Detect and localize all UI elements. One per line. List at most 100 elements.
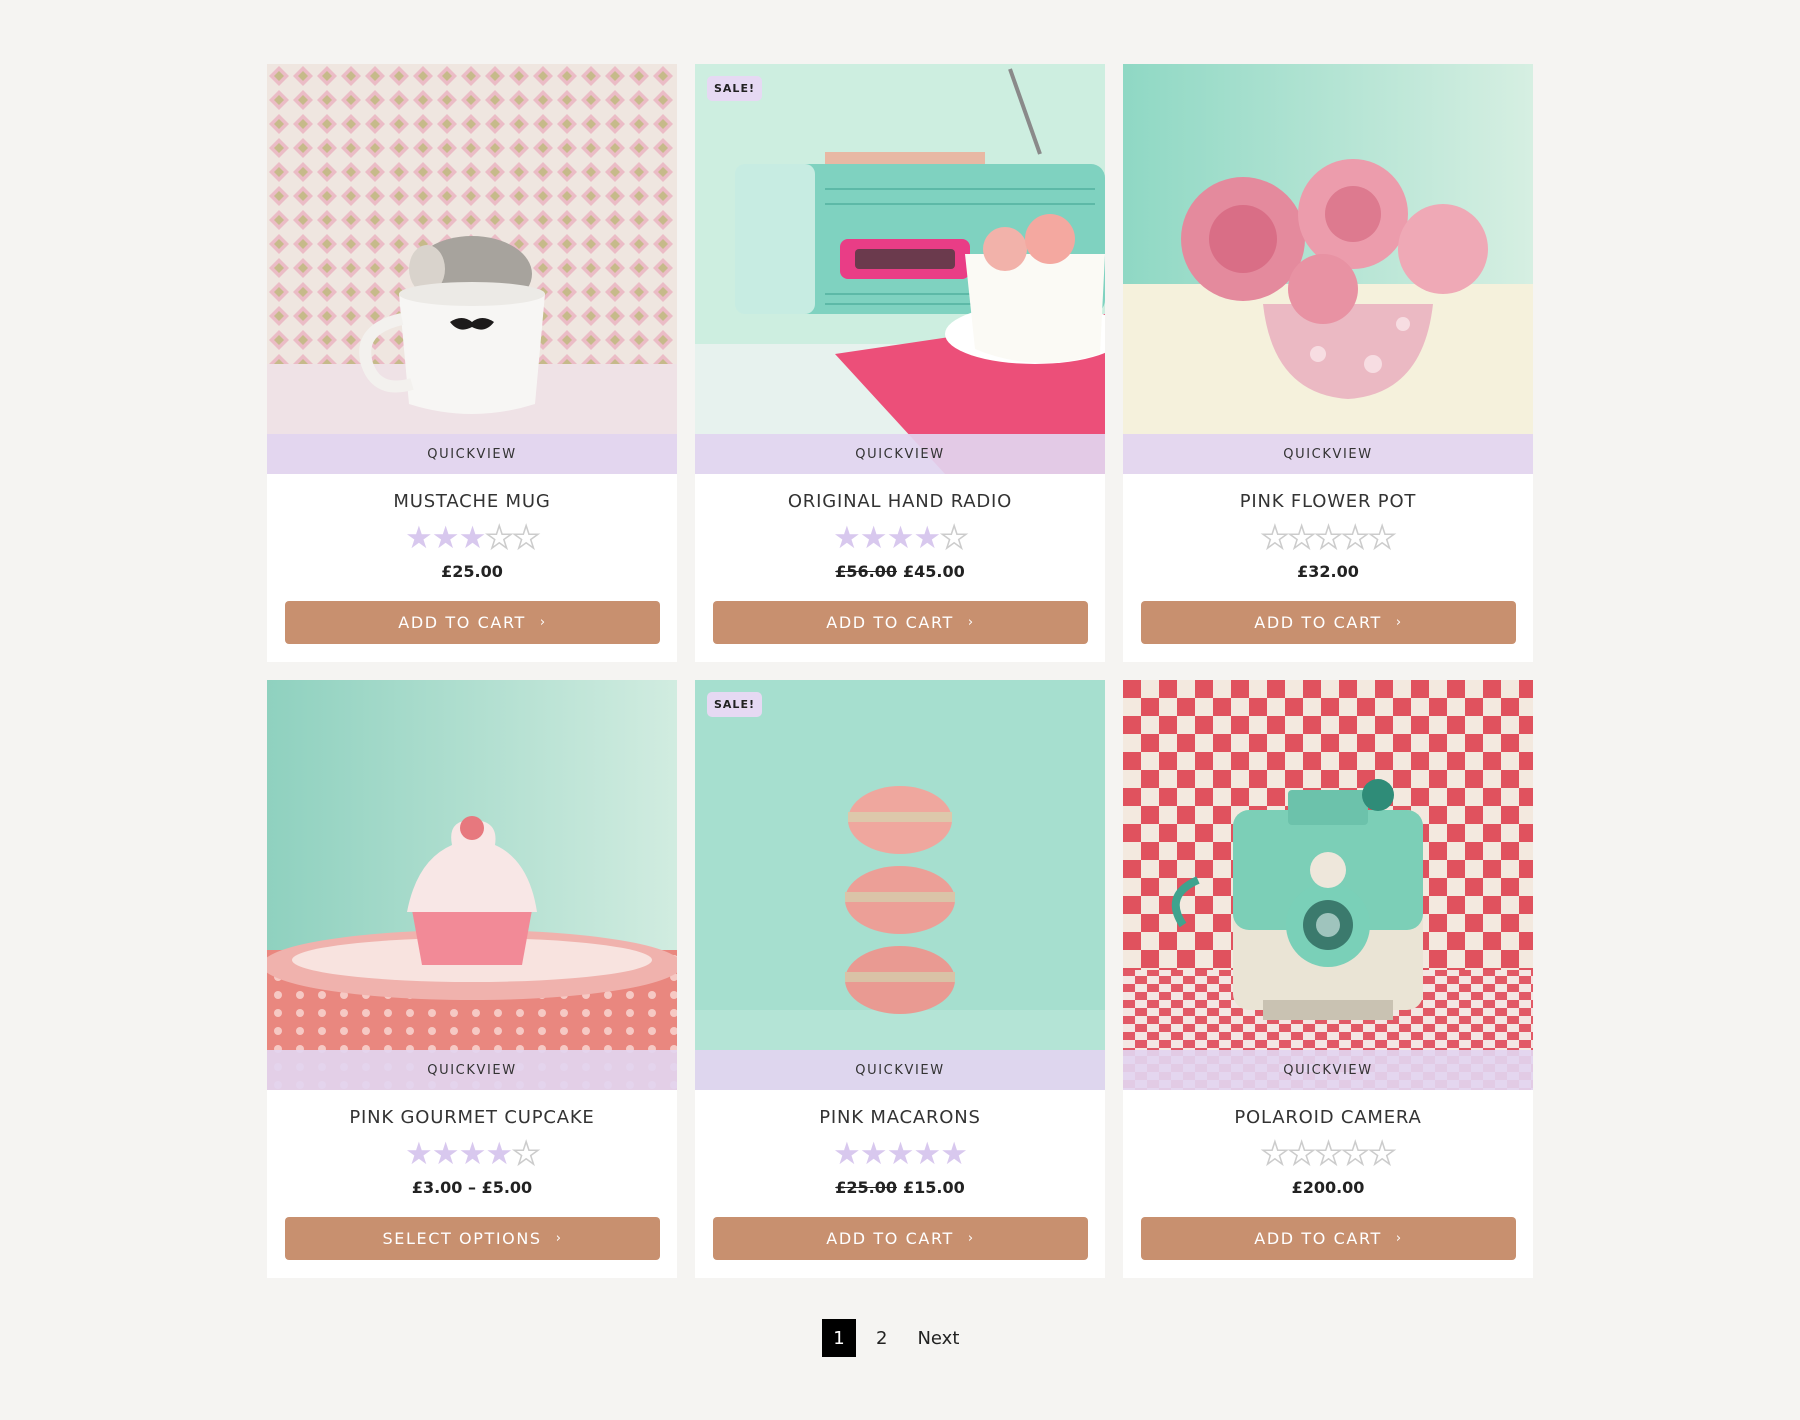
current-price: £45.00 — [903, 562, 965, 581]
product-price: £3.00 – £5.00 — [267, 1177, 677, 1199]
product-grid: QUICKVIEW MUSTACHE MUG ★★★★★ £25.00 ADD … — [267, 64, 1533, 1278]
product-price: £56.00 £45.00 — [695, 561, 1105, 583]
product-title[interactable]: PINK MACARONS — [695, 1106, 1105, 1130]
star-empty-icon: ★ — [939, 520, 968, 556]
chevron-right-icon: › — [967, 1231, 975, 1246]
add-to-cart-button[interactable]: ADD TO CART › — [713, 1217, 1088, 1260]
chevron-right-icon: › — [1395, 615, 1403, 630]
product-card: SALE! QUICKVIEW ORIGINAL HAND RADIO ★★★★… — [695, 64, 1105, 662]
quickview-button[interactable]: QUICKVIEW — [1123, 434, 1533, 474]
quickview-button[interactable]: QUICKVIEW — [695, 434, 1105, 474]
pagination: 1 2 Next — [822, 1319, 959, 1357]
rating-stars: ★★★★★ — [267, 1136, 677, 1172]
mustache-mug-image — [267, 64, 677, 474]
product-card: SALE! QUICKVIEW PINK MACARONS ★★★★★ £25.… — [695, 680, 1105, 1278]
star-filled-icon: ★ — [431, 1136, 460, 1172]
star-filled-icon: ★ — [458, 520, 487, 556]
current-price: £15.00 — [903, 1178, 965, 1197]
select-options-button[interactable]: SELECT OPTIONS › — [285, 1217, 660, 1260]
chevron-right-icon: › — [539, 615, 547, 630]
star-filled-icon: ★ — [886, 1136, 915, 1172]
radio-image — [695, 64, 1105, 474]
star-empty-icon: ★ — [511, 1136, 540, 1172]
chevron-right-icon: › — [967, 615, 975, 630]
star-empty-icon: ★ — [1260, 520, 1289, 556]
star-filled-icon: ★ — [913, 1136, 941, 1172]
star-empty-icon: ★ — [1287, 1136, 1316, 1172]
star-filled-icon: ★ — [913, 520, 941, 556]
star-filled-icon: ★ — [485, 1136, 513, 1172]
rating-stars: ★★★★★ — [695, 520, 1105, 556]
product-image[interactable]: QUICKVIEW — [1123, 64, 1533, 474]
macarons-image — [695, 680, 1105, 1090]
star-empty-icon: ★ — [485, 520, 514, 556]
product-price: £200.00 — [1123, 1177, 1533, 1199]
star-empty-icon: ★ — [1287, 520, 1316, 556]
product-title[interactable]: POLAROID CAMERA — [1123, 1106, 1533, 1130]
button-label: ADD TO CART — [826, 613, 954, 632]
product-image[interactable]: QUICKVIEW — [267, 64, 677, 474]
product-title[interactable]: ORIGINAL HAND RADIO — [695, 490, 1105, 514]
product-card: QUICKVIEW MUSTACHE MUG ★★★★★ £25.00 ADD … — [267, 64, 677, 662]
quickview-button[interactable]: QUICKVIEW — [1123, 1050, 1533, 1090]
star-filled-icon: ★ — [833, 520, 861, 556]
star-filled-icon: ★ — [405, 520, 433, 556]
star-empty-icon: ★ — [1314, 520, 1343, 556]
add-to-cart-button[interactable]: ADD TO CART › — [285, 601, 660, 644]
sale-badge: SALE! — [707, 692, 762, 717]
star-empty-icon: ★ — [1367, 520, 1396, 556]
add-to-cart-button[interactable]: ADD TO CART › — [1141, 1217, 1516, 1260]
star-empty-icon: ★ — [1367, 1136, 1396, 1172]
rating-stars: ★★★★★ — [1123, 520, 1533, 556]
old-price: £25.00 — [835, 1178, 897, 1197]
camera-image — [1123, 680, 1533, 1090]
page-link-2[interactable]: 2 — [876, 1328, 887, 1349]
product-title[interactable]: PINK GOURMET CUPCAKE — [267, 1106, 677, 1130]
rating-stars: ★★★★★ — [1123, 1136, 1533, 1172]
add-to-cart-button[interactable]: ADD TO CART › — [713, 601, 1088, 644]
star-filled-icon: ★ — [886, 520, 915, 556]
product-card: QUICKVIEW PINK FLOWER POT ★★★★★ £32.00 A… — [1123, 64, 1533, 662]
star-filled-icon: ★ — [458, 1136, 487, 1172]
star-filled-icon: ★ — [940, 1136, 968, 1172]
sale-badge: SALE! — [707, 76, 762, 101]
chevron-right-icon: › — [1395, 1231, 1403, 1246]
star-empty-icon: ★ — [1260, 1136, 1289, 1172]
current-price: £200.00 — [1291, 1178, 1365, 1197]
next-page-link[interactable]: Next — [917, 1328, 959, 1349]
quickview-button[interactable]: QUICKVIEW — [267, 1050, 677, 1090]
rating-stars: ★★★★★ — [267, 520, 677, 556]
star-filled-icon: ★ — [405, 1136, 433, 1172]
product-price: £32.00 — [1123, 561, 1533, 583]
button-label: ADD TO CART — [1254, 1229, 1382, 1248]
button-label: ADD TO CART — [826, 1229, 954, 1248]
product-title[interactable]: PINK FLOWER POT — [1123, 490, 1533, 514]
button-label: ADD TO CART — [1254, 613, 1382, 632]
product-card: QUICKVIEW PINK GOURMET CUPCAKE ★★★★★ £3.… — [267, 680, 677, 1278]
star-empty-icon: ★ — [511, 520, 540, 556]
quickview-button[interactable]: QUICKVIEW — [267, 434, 677, 474]
current-price: £3.00 – £5.00 — [411, 1178, 533, 1197]
star-empty-icon: ★ — [1341, 1136, 1370, 1172]
product-image[interactable]: SALE! QUICKVIEW — [695, 680, 1105, 1090]
quickview-button[interactable]: QUICKVIEW — [695, 1050, 1105, 1090]
current-price: £32.00 — [1297, 562, 1359, 581]
product-image[interactable]: QUICKVIEW — [1123, 680, 1533, 1090]
button-label: SELECT OPTIONS — [382, 1229, 542, 1248]
cupcake-image — [267, 680, 677, 1090]
star-filled-icon: ★ — [859, 520, 888, 556]
page-current[interactable]: 1 — [822, 1319, 856, 1357]
product-card: QUICKVIEW POLAROID CAMERA ★★★★★ £200.00 … — [1123, 680, 1533, 1278]
star-filled-icon: ★ — [859, 1136, 888, 1172]
product-image[interactable]: SALE! QUICKVIEW — [695, 64, 1105, 474]
product-price: £25.00 — [267, 561, 677, 583]
current-price: £25.00 — [441, 562, 503, 581]
button-label: ADD TO CART — [398, 613, 526, 632]
old-price: £56.00 — [835, 562, 897, 581]
product-price: £25.00 £15.00 — [695, 1177, 1105, 1199]
add-to-cart-button[interactable]: ADD TO CART › — [1141, 601, 1516, 644]
product-image[interactable]: QUICKVIEW — [267, 680, 677, 1090]
star-empty-icon: ★ — [1341, 520, 1370, 556]
flower-pot-image — [1123, 64, 1533, 474]
product-title[interactable]: MUSTACHE MUG — [267, 490, 677, 514]
